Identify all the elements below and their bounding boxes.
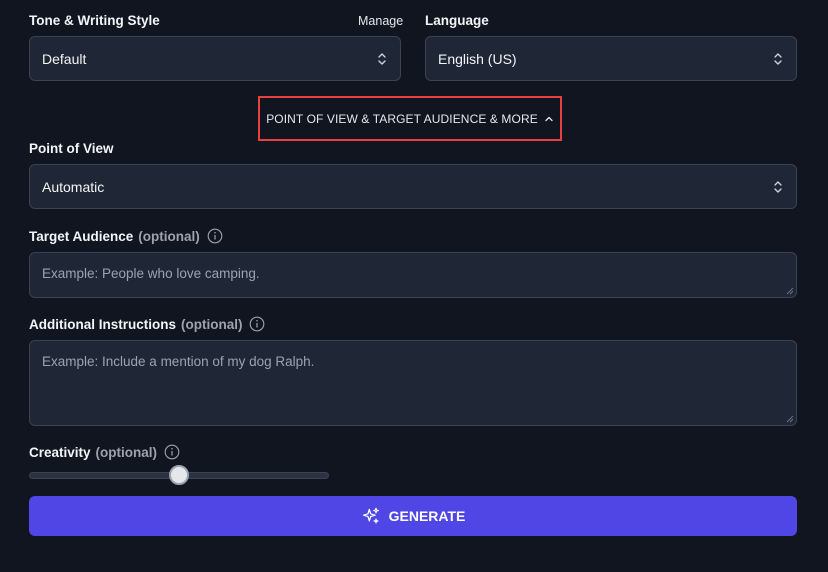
- point-of-view-label-text: Point of View: [29, 141, 114, 156]
- target-audience-label: Target Audience (optional): [29, 228, 223, 244]
- additional-instructions-label: Additional Instructions (optional): [29, 316, 265, 332]
- additional-instructions-placeholder: Example: Include a mention of my dog Ral…: [42, 354, 315, 369]
- creativity-slider-fill: [30, 473, 179, 478]
- point-of-view-select-value: Automatic: [42, 178, 105, 195]
- language-label: Language: [425, 13, 489, 28]
- tone-select-value: Default: [42, 50, 87, 67]
- target-audience-placeholder: Example: People who love camping.: [42, 266, 260, 281]
- additional-instructions-input[interactable]: Example: Include a mention of my dog Ral…: [29, 340, 797, 426]
- tone-label-text: Tone & Writing Style: [29, 13, 160, 28]
- info-icon[interactable]: [164, 444, 180, 460]
- optional-tag: (optional): [138, 228, 200, 244]
- target-audience-label-text: Target Audience: [29, 228, 134, 244]
- advanced-options-toggle[interactable]: POINT OF VIEW & TARGET AUDIENCE & MORE: [258, 96, 562, 141]
- resize-handle-icon[interactable]: [786, 287, 794, 295]
- tone-select[interactable]: Default: [29, 36, 401, 81]
- generate-button[interactable]: GENERATE: [29, 496, 797, 536]
- generate-button-label: GENERATE: [388, 508, 466, 524]
- sparkles-icon: [362, 507, 379, 524]
- target-audience-input[interactable]: Example: People who love camping.: [29, 252, 797, 298]
- additional-instructions-label-text: Additional Instructions: [29, 316, 176, 332]
- optional-tag: (optional): [95, 444, 158, 460]
- chevron-up-down-icon: [774, 52, 782, 65]
- info-icon[interactable]: [249, 316, 265, 332]
- resize-handle-icon[interactable]: [786, 415, 794, 423]
- chevron-up-down-icon: [378, 52, 386, 65]
- point-of-view-select[interactable]: Automatic: [29, 164, 797, 209]
- info-icon[interactable]: [207, 228, 223, 244]
- manage-link[interactable]: Manage: [358, 14, 403, 28]
- generator-form: Tone & Writing Style Manage Default Lang…: [0, 0, 828, 572]
- optional-tag: (optional): [181, 316, 243, 332]
- language-select[interactable]: English (US): [425, 36, 797, 81]
- creativity-label: Creativity (optional): [29, 444, 180, 460]
- chevron-up-down-icon: [774, 180, 782, 193]
- chevron-up-icon: [545, 116, 553, 121]
- creativity-slider-thumb[interactable]: [169, 465, 189, 485]
- tone-label: Tone & Writing Style: [29, 13, 160, 28]
- point-of-view-label: Point of View: [29, 141, 114, 156]
- creativity-label-text: Creativity: [29, 444, 91, 460]
- language-select-value: English (US): [438, 50, 517, 67]
- advanced-options-toggle-label: POINT OF VIEW & TARGET AUDIENCE & MORE: [266, 111, 538, 126]
- language-label-text: Language: [425, 13, 489, 28]
